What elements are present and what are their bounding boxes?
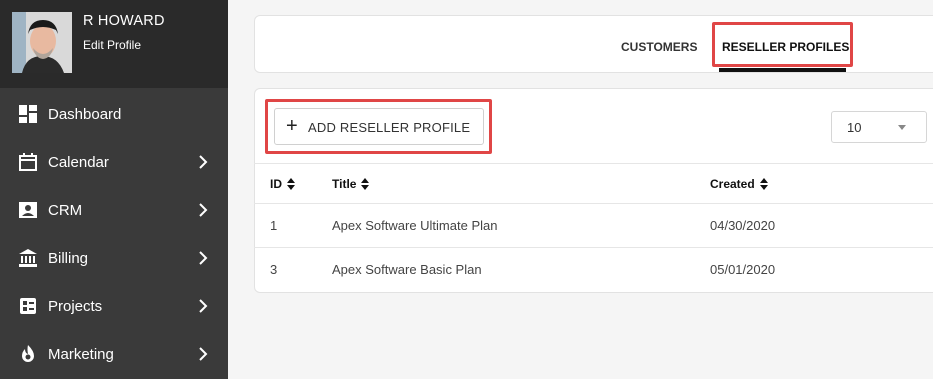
profile-panel: R HOWARD Edit Profile xyxy=(0,0,228,88)
projects-icon xyxy=(19,297,37,315)
sidebar-item-projects[interactable]: Projects xyxy=(0,282,228,330)
column-header-created[interactable]: Created xyxy=(710,177,768,191)
sort-icon xyxy=(361,178,370,190)
contact-card-icon xyxy=(19,201,37,219)
page-size-value: 10 xyxy=(847,120,862,135)
sidebar-item-label: Calendar xyxy=(48,153,109,171)
cell-title: Apex Software Ultimate Plan xyxy=(332,218,498,233)
avatar[interactable] xyxy=(12,12,72,73)
column-header-title[interactable]: Title xyxy=(332,177,370,191)
sidebar-item-dashboard[interactable]: Dashboard xyxy=(0,90,228,138)
chevron-right-icon xyxy=(199,155,208,169)
chevron-right-icon xyxy=(199,251,208,265)
tab-customers[interactable]: CUSTOMERS xyxy=(621,40,697,54)
sidebar-item-calendar[interactable]: Calendar xyxy=(0,138,228,186)
sidebar-item-label: Projects xyxy=(48,297,103,315)
sidebar-item-billing[interactable]: Billing xyxy=(0,234,228,282)
page-size-select[interactable]: 10 xyxy=(831,111,927,143)
cell-id: 3 xyxy=(270,262,278,277)
dashboard-icon xyxy=(19,105,37,123)
active-tab-indicator xyxy=(719,68,846,72)
sort-icon xyxy=(287,178,295,190)
sidebar-item-label: CRM xyxy=(48,201,83,219)
sidebar-item-crm[interactable]: CRM xyxy=(0,186,228,234)
profile-name: R HOWARD xyxy=(83,13,165,29)
cell-created: 04/30/2020 xyxy=(710,218,776,233)
highlight-box xyxy=(712,22,853,67)
sidebar: R HOWARD Edit Profile Dashboard Calendar… xyxy=(0,0,228,379)
divider xyxy=(254,247,933,248)
cell-id: 1 xyxy=(270,218,278,233)
column-header-label: ID xyxy=(270,177,282,191)
edit-profile-link[interactable]: Edit Profile xyxy=(83,38,141,52)
chevron-right-icon xyxy=(199,203,208,217)
flame-icon xyxy=(19,345,37,363)
calendar-icon xyxy=(19,153,37,171)
sidebar-item-label: Dashboard xyxy=(48,105,122,123)
caret-down-icon xyxy=(898,125,906,130)
divider xyxy=(254,163,933,164)
divider xyxy=(254,203,933,204)
sidebar-item-label: Billing xyxy=(48,249,89,267)
chevron-right-icon xyxy=(199,347,208,361)
cell-created: 05/01/2020 xyxy=(710,262,776,277)
column-header-label: Title xyxy=(332,177,357,191)
highlight-box xyxy=(265,99,492,154)
column-header-id[interactable]: ID xyxy=(270,177,295,191)
column-header-label: Created xyxy=(710,177,755,191)
chevron-right-icon xyxy=(199,299,208,313)
sidebar-item-label: Marketing xyxy=(48,345,114,363)
sidebar-item-marketing[interactable]: Marketing xyxy=(0,330,228,378)
cell-title: Apex Software Basic Plan xyxy=(332,262,482,277)
bank-icon xyxy=(19,249,37,267)
sort-icon xyxy=(759,178,768,190)
